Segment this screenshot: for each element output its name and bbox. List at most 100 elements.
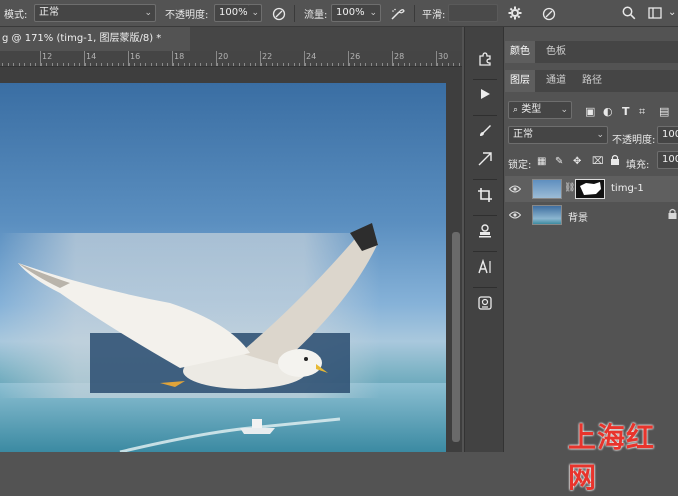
ruler-tick — [415, 63, 416, 66]
shape-filter-icon[interactable]: ⌗ — [639, 105, 645, 118]
ruler-tick — [13, 63, 14, 66]
ruler-tick — [217, 63, 218, 66]
ruler-tick — [327, 63, 328, 66]
fill-input[interactable]: 100 — [657, 151, 678, 169]
clone-source-icon[interactable] — [475, 151, 495, 171]
ruler-tick — [332, 63, 333, 66]
layer-opacity-value: 100 — [662, 129, 678, 140]
ruler-tick — [24, 63, 25, 66]
lock-artboard-icon[interactable]: ⌧ — [592, 155, 604, 168]
ruler-tick — [162, 63, 163, 66]
chevron-down-icon: ⌄ — [369, 8, 377, 18]
chevron-down-icon[interactable]: ⌄ — [668, 6, 676, 19]
mode-value: 正常 — [39, 7, 59, 18]
layer-opacity-label: 不透明度: — [612, 135, 656, 146]
gear-icon[interactable] — [508, 6, 522, 23]
lock-position-icon[interactable]: ✥ — [573, 155, 581, 168]
character-icon[interactable] — [475, 258, 495, 279]
ruler-number: 16 — [130, 52, 141, 61]
ruler-tick — [437, 63, 438, 66]
ruler-tick — [321, 63, 322, 66]
chevron-down-icon: ⌄ — [251, 8, 259, 18]
ruler-tick — [398, 63, 399, 66]
layer-row[interactable]: 背景 — [505, 202, 678, 228]
lock-icon — [668, 208, 677, 222]
airbrush-icon[interactable] — [390, 7, 406, 24]
ruler-tick — [387, 63, 388, 66]
ruler-major-tick — [392, 51, 393, 66]
puzzle-icon[interactable] — [475, 51, 495, 71]
eye-icon[interactable] — [508, 209, 522, 222]
tab-color[interactable]: 颜色 — [505, 41, 535, 63]
layer-name: 背景 — [568, 213, 588, 224]
flow-input[interactable]: 100% ⌄ — [331, 4, 381, 22]
ruler-tick — [299, 63, 300, 66]
smart-object-filter-icon[interactable]: ▤ — [659, 105, 669, 118]
ruler-tick — [349, 63, 350, 66]
stamp-icon[interactable] — [475, 223, 495, 243]
ruler-tick — [277, 63, 278, 66]
layer-mask-thumbnail[interactable] — [575, 179, 605, 199]
smoothing-input[interactable] — [448, 4, 498, 22]
lock-all-icon[interactable] — [610, 154, 620, 169]
layer-opacity-input[interactable]: 100 — [657, 126, 678, 144]
tab-layers[interactable]: 图层 — [505, 70, 535, 92]
opacity-value: 100% — [219, 7, 248, 18]
ruler-tick — [107, 63, 108, 66]
horizontal-ruler: 12 14 16 18 20 22 24 26 28 30 — [0, 51, 462, 67]
ruler-number: 28 — [394, 52, 405, 61]
ruler-tick — [244, 63, 245, 66]
lock-transparent-icon[interactable]: ▦ — [537, 155, 546, 168]
tab-channels[interactable]: 通道 — [541, 70, 571, 92]
brush-icon[interactable] — [475, 123, 495, 143]
eye-icon[interactable] — [508, 183, 522, 196]
workspace-icon[interactable] — [648, 6, 662, 23]
document-tab[interactable]: g @ 171% (timg-1, 图层蒙版/8) * — [0, 27, 190, 51]
ruler-tick — [448, 63, 449, 66]
ruler-tick — [200, 63, 201, 66]
ruler-tick — [294, 63, 295, 66]
ruler-tick — [35, 63, 36, 66]
blend-mode-dropdown[interactable]: 正常 ⌄ — [508, 126, 608, 144]
tab-paths[interactable]: 路径 — [577, 70, 607, 92]
search-icon: ⌕ — [513, 105, 519, 115]
document-canvas[interactable] — [0, 83, 446, 452]
divider — [473, 251, 497, 252]
image-filter-icon[interactable]: ▣ — [585, 105, 595, 118]
chevron-down-icon: ⌄ — [560, 105, 568, 115]
divider — [294, 5, 295, 22]
opacity-chevron-button[interactable]: ⌄ — [248, 4, 262, 22]
pressure-opacity-icon[interactable] — [272, 7, 286, 24]
search-icon[interactable] — [622, 6, 636, 23]
ruler-tick — [173, 63, 174, 66]
tab-swatches[interactable]: 色板 — [541, 41, 571, 63]
ruler-number: 26 — [350, 52, 361, 61]
glyphs-icon[interactable] — [475, 295, 495, 315]
type-filter-icon[interactable]: T — [622, 105, 630, 118]
link-icon[interactable]: ⛓ — [564, 183, 575, 193]
ruler-tick — [316, 63, 317, 66]
layer-filter-dropdown[interactable]: ⌕ 类型 ⌄ — [508, 101, 572, 119]
adjustment-filter-icon[interactable]: ◐ — [603, 105, 613, 118]
ruler-tick — [63, 63, 64, 66]
ruler-tick — [96, 63, 97, 66]
vertical-scrollbar[interactable] — [452, 232, 460, 442]
mode-dropdown[interactable]: 正常 ⌄ — [34, 4, 156, 22]
ruler-major-tick — [348, 51, 349, 66]
divider — [473, 115, 497, 116]
pressure-size-icon[interactable] — [542, 7, 556, 24]
lock-label: 锁定: — [508, 160, 532, 171]
crop-icon[interactable] — [475, 187, 495, 207]
seagull-photo — [0, 223, 446, 452]
ruler-tick — [288, 63, 289, 66]
options-bar: 模式: 正常 ⌄ 不透明度: 100% ⌄ 流量: 100% ⌄ 平滑: ⌄ — [0, 0, 678, 27]
ruler-tick — [409, 63, 410, 66]
layer-row[interactable]: ⛓ timg-1 — [505, 176, 678, 202]
divider — [473, 287, 497, 288]
play-icon[interactable] — [475, 87, 495, 107]
ruler-tick — [118, 63, 119, 66]
ruler-tick — [85, 63, 86, 66]
ruler-number: 22 — [262, 52, 273, 61]
ruler-tick — [283, 63, 284, 66]
lock-pixels-icon[interactable]: ✎ — [555, 155, 563, 168]
